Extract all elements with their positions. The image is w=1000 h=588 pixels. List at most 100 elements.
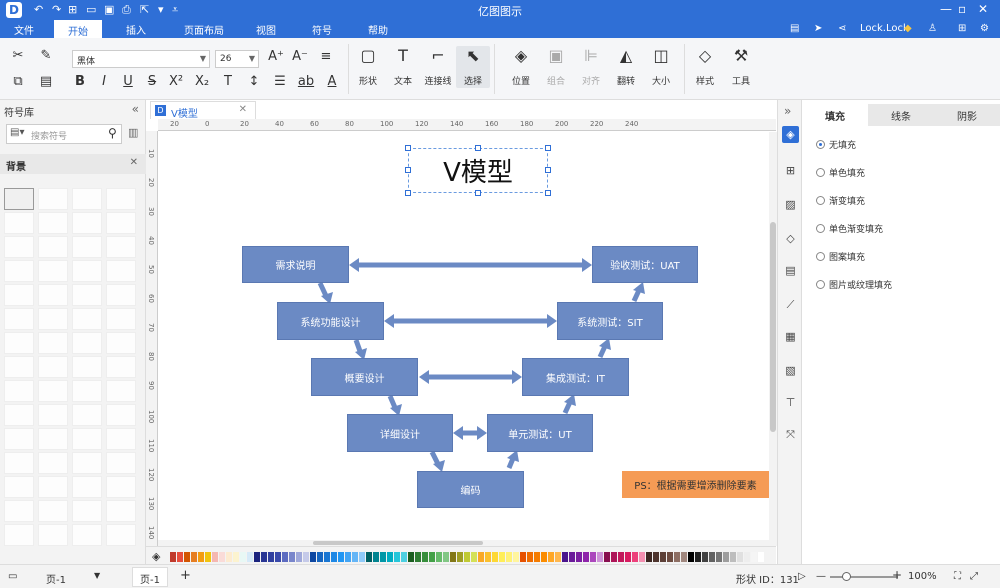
color-swatch[interactable] — [282, 552, 288, 562]
color-swatch[interactable] — [247, 552, 253, 562]
color-swatch[interactable] — [457, 552, 463, 562]
document-tab[interactable]: D V模型 ✕ — [150, 101, 256, 120]
color-swatch[interactable] — [254, 552, 260, 562]
color-swatch[interactable] — [240, 552, 246, 562]
color-swatch[interactable] — [359, 552, 365, 562]
background-thumbnail[interactable] — [38, 500, 68, 522]
background-thumbnail[interactable] — [4, 188, 34, 210]
background-thumbnail[interactable] — [38, 308, 68, 330]
background-thumbnail[interactable] — [72, 284, 102, 306]
color-swatch[interactable] — [415, 552, 421, 562]
bold-icon[interactable]: B — [70, 74, 90, 89]
align-tool[interactable]: ⊫ — [574, 46, 608, 65]
library-settings-icon[interactable]: ▥ — [128, 126, 138, 139]
connector-tool[interactable]: ⌐ — [421, 46, 455, 65]
color-swatch[interactable] — [408, 552, 414, 562]
color-swatch[interactable] — [275, 552, 281, 562]
color-swatch[interactable] — [702, 552, 708, 562]
tshirt-icon[interactable]: ♙ — [928, 23, 937, 34]
layers-panel-icon[interactable]: ◇ — [782, 230, 799, 247]
background-thumbnail[interactable] — [4, 260, 34, 282]
background-thumbnail[interactable] — [4, 308, 34, 330]
background-thumbnail[interactable] — [72, 476, 102, 498]
image-panel-icon[interactable]: ▨ — [782, 196, 799, 213]
color-swatch[interactable] — [345, 552, 351, 562]
color-swatch[interactable] — [611, 552, 617, 562]
color-swatch[interactable] — [562, 552, 568, 562]
box-system-test[interactable]: 系统测试：SIT — [557, 302, 663, 340]
background-thumbnail[interactable] — [106, 404, 136, 426]
color-swatch[interactable] — [569, 552, 575, 562]
background-thumbnail[interactable] — [38, 356, 68, 378]
color-swatch[interactable] — [604, 552, 610, 562]
text-format-icon[interactable]: T — [218, 74, 238, 89]
background-thumbnail[interactable] — [38, 332, 68, 354]
color-swatch[interactable] — [695, 552, 701, 562]
color-swatch[interactable] — [380, 552, 386, 562]
zoom-slider-knob[interactable] — [842, 572, 851, 581]
color-swatch[interactable] — [478, 552, 484, 562]
color-swatch[interactable] — [331, 552, 337, 562]
format-painter-icon[interactable]: ✎ — [36, 48, 56, 63]
background-thumbnail[interactable] — [38, 260, 68, 282]
color-swatch[interactable] — [660, 552, 666, 562]
menu-home[interactable]: 开始 — [54, 20, 102, 38]
drawing-canvas[interactable]: V模型 需求说明 系统功能设计 概要设计 详细设计 编码 单元测试：UT 集成测… — [159, 132, 769, 546]
close-tab-icon[interactable]: ✕ — [239, 104, 247, 115]
color-swatch[interactable] — [653, 552, 659, 562]
strikethrough-icon[interactable]: S — [142, 74, 162, 89]
page-selector[interactable]: 页-1 — [46, 571, 66, 586]
color-swatch[interactable] — [583, 552, 589, 562]
background-thumbnail[interactable] — [4, 524, 34, 546]
paste-icon[interactable]: ▤ — [36, 74, 56, 89]
font-grow-icon[interactable]: A⁺ — [266, 49, 286, 64]
color-swatch[interactable] — [366, 552, 372, 562]
background-thumbnail[interactable] — [106, 332, 136, 354]
zoom-out-icon[interactable]: — — [816, 571, 826, 582]
menu-help[interactable]: 帮助 — [368, 22, 388, 37]
ps-note[interactable]: PS：根据需要增添删除要素 — [622, 471, 769, 498]
share-network-icon[interactable]: ⋖ — [838, 23, 846, 34]
font-size-select[interactable]: 26 ▼ — [215, 50, 259, 68]
background-thumbnail[interactable] — [4, 284, 34, 306]
background-thumbnail[interactable] — [4, 452, 34, 474]
color-swatch[interactable] — [597, 552, 603, 562]
background-thumbnail[interactable] — [106, 260, 136, 282]
format-panel-icon[interactable]: ⊤ — [782, 394, 799, 411]
background-thumbnail[interactable] — [38, 188, 68, 210]
color-swatch[interactable] — [373, 552, 379, 562]
box-outline-design[interactable]: 概要设计 — [311, 358, 418, 396]
minimize-icon[interactable]: — — [940, 2, 952, 16]
vertical-scrollbar[interactable] — [769, 132, 777, 546]
color-swatch[interactable] — [576, 552, 582, 562]
table-panel-icon[interactable]: ▦ — [782, 328, 799, 345]
box-unit-test[interactable]: 单元测试：UT — [487, 414, 593, 452]
color-swatch[interactable] — [429, 552, 435, 562]
background-thumbnail[interactable] — [72, 212, 102, 234]
subscript-icon[interactable]: X₂ — [192, 74, 212, 89]
color-swatch[interactable] — [422, 552, 428, 562]
layout-panel-icon[interactable]: ⊞ — [782, 162, 799, 179]
fill-panel-icon[interactable]: ◈ — [782, 126, 799, 143]
resize-handle[interactable] — [475, 145, 481, 151]
page-dropdown-icon[interactable]: ▼ — [94, 571, 100, 580]
box-coding[interactable]: 编码 — [417, 471, 524, 508]
color-swatch[interactable] — [205, 552, 211, 562]
color-swatch[interactable] — [618, 552, 624, 562]
background-thumbnail[interactable] — [38, 404, 68, 426]
option-pattern-fill[interactable]: 图案填充 — [816, 250, 865, 263]
position-tool[interactable]: ◈ — [504, 46, 538, 65]
fit-panel-icon[interactable]: ⤧ — [782, 426, 799, 443]
color-swatch[interactable] — [555, 552, 561, 562]
menu-symbol[interactable]: 符号 — [312, 22, 332, 37]
tab-line[interactable]: 线条 — [868, 108, 934, 123]
color-swatch[interactable] — [191, 552, 197, 562]
fill-color-icon[interactable]: ◈ — [152, 550, 160, 563]
background-thumbnail[interactable] — [4, 404, 34, 426]
symbol-search-input[interactable]: ▤▾ 搜索符号 — [6, 124, 122, 144]
background-thumbnail[interactable] — [72, 524, 102, 546]
background-section-header[interactable]: 背景 ✕ — [0, 154, 146, 174]
box-acceptance-test[interactable]: 验收测试：UAT — [592, 246, 698, 283]
background-thumbnail[interactable] — [106, 524, 136, 546]
shape-tool[interactable]: ▢ — [351, 46, 385, 65]
